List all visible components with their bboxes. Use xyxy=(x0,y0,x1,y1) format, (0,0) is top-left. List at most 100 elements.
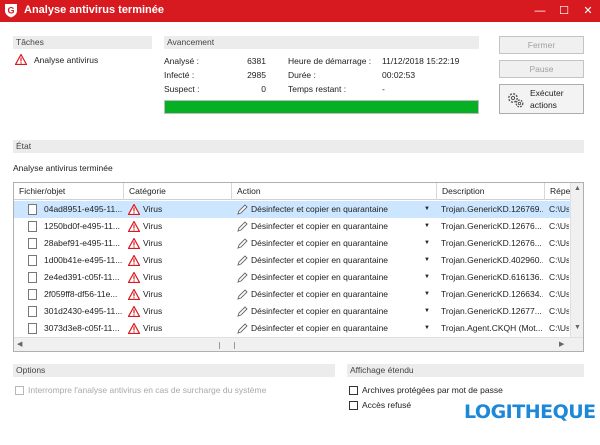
cell-category: Virus xyxy=(143,204,163,214)
horizontal-scrollbar[interactable]: ◀ ▶ xyxy=(14,337,583,351)
pencil-icon xyxy=(237,289,248,300)
scroll-down-arrow-icon[interactable]: ▼ xyxy=(574,324,581,331)
cell-directory: C:\Us xyxy=(549,289,569,299)
cell-file: 1d00b41e-e495-11... xyxy=(44,255,123,265)
warning-icon xyxy=(15,54,27,65)
dropdown-arrow-icon[interactable]: ▼ xyxy=(422,201,432,218)
infected-value: 2985 xyxy=(247,70,266,80)
watermark-logo: LOGITHEQUE xyxy=(464,401,596,423)
cell-file: 28abef91-e495-11... xyxy=(44,238,120,248)
table-row[interactable]: 1250bd0f-e495-11... Virus Désinfecter et c… xyxy=(14,218,583,235)
file-icon xyxy=(28,289,37,300)
cell-directory: C:\Us xyxy=(549,221,569,231)
cell-action-select[interactable]: Désinfecter et copier en quarantaine xyxy=(251,303,421,320)
file-icon xyxy=(28,238,37,249)
pencil-icon xyxy=(237,238,248,249)
warning-icon xyxy=(128,272,140,283)
status-message: Analyse antivirus terminée xyxy=(13,163,113,173)
dropdown-arrow-icon[interactable]: ▼ xyxy=(422,320,432,337)
cell-action-select[interactable]: Désinfecter et copier en quarantaine xyxy=(251,286,421,303)
scroll-right-arrow-icon[interactable]: ▶ xyxy=(559,340,564,348)
pencil-icon xyxy=(237,204,248,215)
task-item-label[interactable]: Analyse antivirus xyxy=(34,55,98,65)
scroll-up-arrow-icon[interactable]: ▲ xyxy=(574,185,581,192)
cell-category: Virus xyxy=(143,238,163,248)
cell-directory: C:\Us xyxy=(549,255,569,265)
warning-icon xyxy=(128,289,140,300)
cell-directory: C:\Us xyxy=(549,272,569,282)
table-row[interactable]: 3073d3e8-c05f-11... Virus Désinfecter et c… xyxy=(14,320,583,337)
cell-action-select[interactable]: Désinfecter et copier en quarantaine xyxy=(251,252,421,269)
dropdown-arrow-icon[interactable]: ▼ xyxy=(422,235,432,252)
dropdown-arrow-icon[interactable]: ▼ xyxy=(422,286,432,303)
gdata-logo-icon: G xyxy=(5,4,17,18)
remaining-label: Temps restant : xyxy=(288,84,347,94)
cell-action-select[interactable]: Désinfecter et copier en quarantaine xyxy=(251,235,421,252)
gears-icon xyxy=(508,93,524,108)
cell-directory: C:\Us xyxy=(549,323,569,333)
infected-label: Infecté : xyxy=(164,70,195,80)
cell-directory: C:\Us xyxy=(549,238,569,248)
table-row[interactable]: 28abef91-e495-11... Virus Désinfecter et c… xyxy=(14,235,583,252)
dropdown-arrow-icon[interactable]: ▼ xyxy=(422,218,432,235)
progress-fill xyxy=(165,101,478,113)
cell-category: Virus xyxy=(143,221,163,231)
table-row[interactable]: 2f059ff8-df56-11e... Virus Désinfecter et … xyxy=(14,286,583,303)
pause-button[interactable]: Pause xyxy=(499,60,584,78)
col-header-file[interactable]: Fichier/objet xyxy=(14,183,124,200)
col-header-category[interactable]: Catégorie xyxy=(124,183,232,200)
cell-category: Virus xyxy=(143,306,163,316)
cell-description: Trojan.GenericKD.12676... xyxy=(441,221,542,231)
scan-progress-bar xyxy=(164,100,479,114)
dropdown-arrow-icon[interactable]: ▼ xyxy=(422,303,432,320)
cell-description: Trojan.GenericKD.126769... xyxy=(441,204,543,214)
warning-icon xyxy=(128,323,140,334)
table-row[interactable]: 301d2430-e495-11... Virus Désinfecter et c… xyxy=(14,303,583,320)
warning-icon xyxy=(128,204,140,215)
cell-action-select[interactable]: Désinfecter et copier en quarantaine xyxy=(251,269,421,286)
access-denied-checkbox[interactable] xyxy=(349,401,358,410)
analyzed-label: Analysé : xyxy=(164,56,199,66)
duration-label: Durée : xyxy=(288,70,316,80)
cell-description: Trojan.GenericKD.402960... xyxy=(441,255,543,265)
scroll-thumb-grip[interactable] xyxy=(219,342,235,349)
cell-action-select[interactable]: Désinfecter et copier en quarantaine xyxy=(251,218,421,235)
maximize-button[interactable]: ☐ xyxy=(553,0,575,22)
interrupt-checkbox[interactable] xyxy=(15,386,24,395)
archives-checkbox[interactable] xyxy=(349,386,358,395)
dropdown-arrow-icon[interactable]: ▼ xyxy=(422,252,432,269)
cell-action-select[interactable]: Désinfecter et copier en quarantaine xyxy=(251,201,421,218)
start-time-label: Heure de démarrage : xyxy=(288,56,372,66)
access-denied-label: Accès refusé xyxy=(362,400,412,410)
table-row[interactable]: 04ad8951-e495-11... Virus Désinfecter et c… xyxy=(14,201,583,218)
warning-icon xyxy=(128,238,140,249)
results-table[interactable]: Fichier/objet Catégorie Action Descripti… xyxy=(13,182,584,352)
cell-description: Trojan.GenericKD.126634... xyxy=(441,289,543,299)
remaining-value: - xyxy=(382,84,385,94)
scroll-left-arrow-icon[interactable]: ◀ xyxy=(17,340,22,348)
cell-file: 04ad8951-e495-11... xyxy=(44,204,123,214)
file-icon xyxy=(28,221,37,232)
close-window-button[interactable]: ✕ xyxy=(577,0,599,22)
cell-file: 3073d3e8-c05f-11... xyxy=(44,323,120,333)
col-header-description[interactable]: Description xyxy=(437,183,545,200)
cell-description: Trojan.Agent.CKQH (Mot... xyxy=(441,323,543,333)
minimize-button[interactable]: — xyxy=(529,0,551,22)
dropdown-arrow-icon[interactable]: ▼ xyxy=(422,269,432,286)
close-button[interactable]: Fermer xyxy=(499,36,584,54)
duration-value: 00:02:53 xyxy=(382,70,416,80)
cell-description: Trojan.GenericKD.616136... xyxy=(441,272,543,282)
table-row[interactable]: 1d00b41e-e495-11... Virus Désinfecter et c… xyxy=(14,252,583,269)
execute-label-line2: actions xyxy=(530,100,557,110)
analyzed-value: 6381 xyxy=(247,56,266,66)
pencil-icon xyxy=(237,221,248,232)
suspect-value: 0 xyxy=(261,84,266,94)
cell-action-select[interactable]: Désinfecter et copier en quarantaine xyxy=(251,320,421,337)
execute-actions-button[interactable]: Exécuter actions xyxy=(499,84,584,114)
col-header-directory[interactable]: Réper xyxy=(545,183,570,200)
tasks-header: Tâches xyxy=(13,36,152,49)
vertical-scrollbar[interactable]: ▲ ▼ xyxy=(570,183,583,337)
table-row[interactable]: 2e4ed391-c05f-11... Virus Désinfecter et c… xyxy=(14,269,583,286)
col-header-action[interactable]: Action xyxy=(232,183,437,200)
cell-description: Trojan.GenericKD.12676... xyxy=(441,238,542,248)
